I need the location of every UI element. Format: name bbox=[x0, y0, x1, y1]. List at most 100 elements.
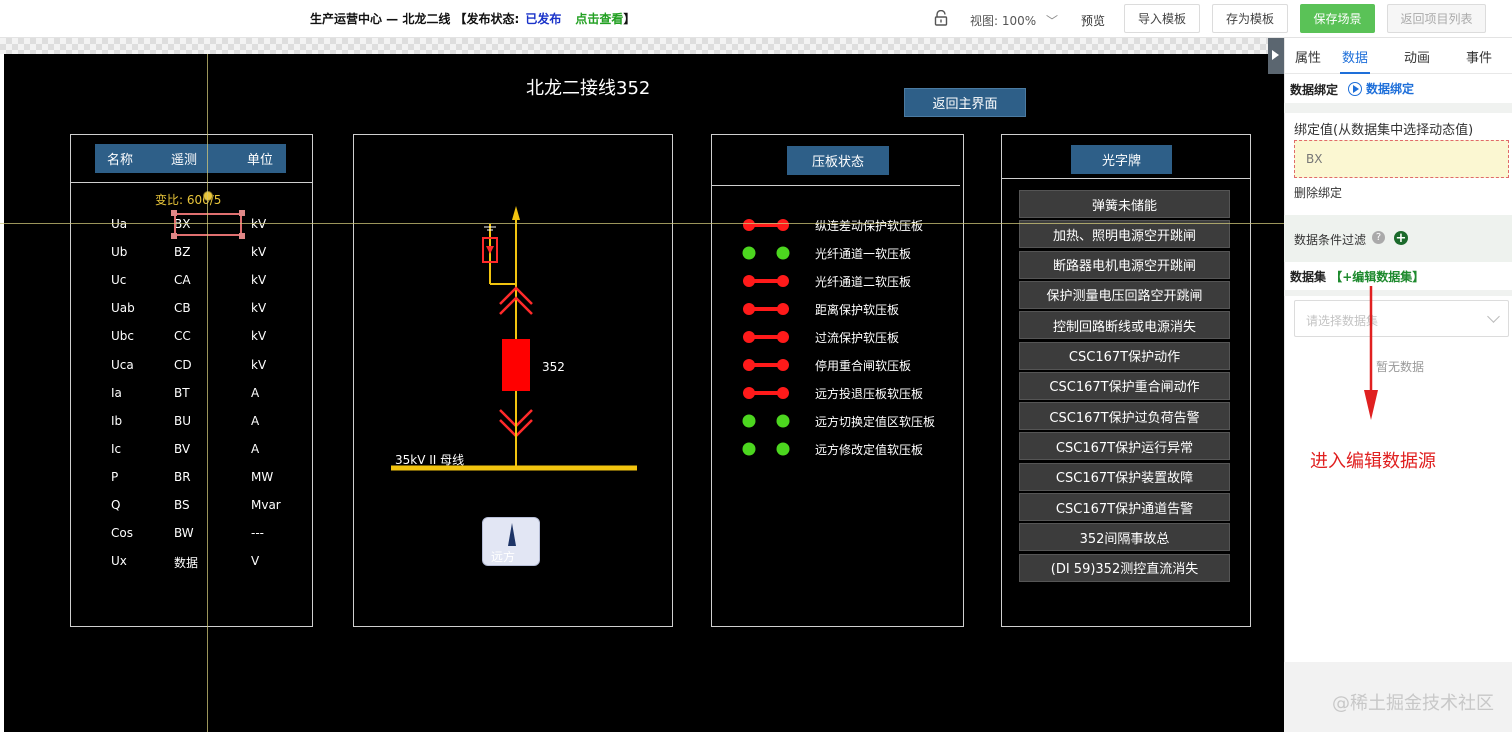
pressboard-label: 距离保护软压板 bbox=[815, 303, 900, 317]
zoom-control[interactable]: 视图: 100% ﹀ bbox=[970, 12, 1058, 29]
play-circle-icon bbox=[1348, 81, 1362, 96]
add-filter-icon[interactable]: + bbox=[1394, 231, 1408, 245]
pressboard-indicator[interactable] bbox=[742, 218, 790, 232]
measure-name: Ic bbox=[111, 441, 122, 456]
publish-status: 已发布 bbox=[525, 12, 562, 26]
selection-handle[interactable] bbox=[239, 210, 245, 216]
zoom-value[interactable]: 100% bbox=[1002, 14, 1036, 28]
measure-header: 名称 遥测 单位 bbox=[95, 144, 286, 173]
rotate-handle[interactable] bbox=[203, 191, 213, 201]
guide-line-horizontal bbox=[0, 223, 1284, 224]
signal-tile[interactable]: (DI 59)352测控直流消失 bbox=[1019, 553, 1230, 582]
measure-name: Ux bbox=[111, 554, 127, 569]
tabs-divider bbox=[1284, 73, 1512, 74]
back-to-project-list-button[interactable]: 返回项目列表 bbox=[1387, 4, 1486, 33]
tab-properties[interactable]: 属性 bbox=[1295, 47, 1321, 66]
chevron-down-icon[interactable]: ﹀ bbox=[1046, 14, 1058, 28]
tab-animation[interactable]: 动画 bbox=[1404, 47, 1430, 66]
selection-handle[interactable] bbox=[239, 233, 245, 239]
pressboard-indicator[interactable] bbox=[742, 358, 790, 372]
unlock-icon[interactable] bbox=[934, 10, 948, 26]
measure-code[interactable]: BV bbox=[174, 442, 190, 456]
measure-unit: kV bbox=[251, 217, 267, 231]
help-icon[interactable]: ? bbox=[1372, 231, 1385, 244]
measure-code[interactable]: BR bbox=[174, 470, 191, 484]
signal-tile[interactable]: 断路器电机电源空开跳闸 bbox=[1019, 250, 1230, 279]
save-scene-button[interactable]: 保存场景 bbox=[1300, 4, 1375, 33]
signal-tile[interactable]: CSC167T保护动作 bbox=[1019, 341, 1230, 370]
signal-tile[interactable]: 加热、照明电源空开跳闸 bbox=[1019, 220, 1230, 249]
pressboard-indicator[interactable] bbox=[742, 302, 790, 316]
signal-tile[interactable]: CSC167T保护过负荷告警 bbox=[1019, 402, 1230, 431]
remote-knob-icon bbox=[508, 523, 516, 546]
pressboard-indicator[interactable] bbox=[742, 246, 790, 260]
pressboard-label: 过流保护软压板 bbox=[815, 331, 900, 345]
tab-data[interactable]: 数据 bbox=[1342, 47, 1368, 66]
pressboard-indicator[interactable] bbox=[742, 330, 790, 344]
back-main-button[interactable]: 返回主界面 bbox=[904, 88, 1026, 117]
view-link[interactable]: 点击查看 bbox=[575, 12, 623, 26]
measure-unit: A bbox=[251, 385, 260, 400]
signal-tile[interactable]: 弹簧未储能 bbox=[1019, 190, 1230, 218]
pressboard-indicator[interactable] bbox=[742, 274, 790, 288]
signal-tile[interactable]: 保护测量电压回路空开跳闸 bbox=[1019, 280, 1230, 309]
pressboard-indicator[interactable] bbox=[742, 414, 790, 428]
measure-code[interactable]: 数据 bbox=[174, 554, 198, 571]
measure-name: Ubc bbox=[111, 329, 134, 344]
measure-code[interactable]: CC bbox=[174, 329, 191, 343]
watermark: @稀土掘金技术社区 bbox=[1332, 693, 1494, 714]
pressboard-indicator[interactable] bbox=[742, 442, 790, 456]
signal-tile[interactable]: CSC167T保护运行异常 bbox=[1019, 432, 1230, 461]
bind-value-field[interactable]: BX bbox=[1294, 140, 1509, 178]
measure-unit: kV bbox=[251, 357, 267, 372]
selection-handle[interactable] bbox=[171, 233, 177, 239]
import-template-button[interactable]: 导入模板 bbox=[1124, 4, 1200, 33]
top-toolbar: 生产运营中心 — 北龙二线 【发布状态: 已发布 点击查看】 视图: 100% ﹀ … bbox=[0, 0, 1512, 38]
caret-right-icon bbox=[1272, 50, 1279, 60]
measure-code[interactable]: BU bbox=[174, 414, 191, 428]
preview-button[interactable]: 预览 bbox=[1081, 12, 1105, 29]
title-end: 】 bbox=[623, 12, 636, 26]
measure-code[interactable]: BT bbox=[174, 386, 190, 400]
measure-name: P bbox=[111, 469, 119, 484]
header-name: 名称 bbox=[107, 153, 134, 168]
measure-code[interactable]: BZ bbox=[174, 245, 190, 259]
save-as-template-button[interactable]: 存为模板 bbox=[1212, 4, 1288, 33]
dataset-select[interactable]: 请选择数据集 bbox=[1294, 300, 1509, 337]
signal-tile[interactable]: 控制回路断线或电源消失 bbox=[1019, 311, 1230, 340]
measure-code[interactable]: BS bbox=[174, 498, 190, 512]
measure-name: Ua bbox=[111, 217, 128, 231]
collapse-sidebar-button[interactable] bbox=[1268, 38, 1284, 74]
chevron-down-icon bbox=[1487, 310, 1500, 323]
delete-binding-link[interactable]: 删除绑定 bbox=[1294, 184, 1342, 201]
header-telemetry: 遥测 bbox=[171, 153, 198, 168]
measure-code[interactable]: BW bbox=[174, 526, 194, 540]
pressboard-header: 压板状态 bbox=[787, 146, 889, 175]
tab-events[interactable]: 事件 bbox=[1466, 47, 1492, 66]
measure-divider bbox=[71, 182, 312, 183]
measure-unit: V bbox=[251, 554, 260, 569]
measure-unit: Mvar bbox=[251, 498, 281, 512]
dataset-label: 数据集 【+编辑数据集】 bbox=[1290, 268, 1424, 285]
measure-code[interactable]: CA bbox=[174, 273, 191, 287]
measure-code[interactable]: CD bbox=[174, 358, 192, 372]
remote-switch[interactable]: 远方 bbox=[482, 517, 540, 566]
signal-tile[interactable]: CSC167T保护装置故障 bbox=[1019, 462, 1230, 491]
pressboard-indicator[interactable] bbox=[742, 386, 790, 400]
guide-line-vertical bbox=[207, 54, 208, 732]
measure-code[interactable]: CB bbox=[174, 301, 191, 315]
edit-dataset-link[interactable]: 【+编辑数据集】 bbox=[1330, 270, 1424, 284]
section-separator bbox=[1284, 290, 1512, 296]
title-main: 生产运营中心 — 北龙二线 【发布状态: bbox=[310, 12, 520, 26]
scene-canvas[interactable]: 北龙二接线352 返回主界面 名称 遥测 单位 变比: 600/5 Ua BX kV… bbox=[4, 54, 1284, 732]
header-unit: 单位 bbox=[247, 153, 274, 168]
selection-box[interactable] bbox=[174, 213, 242, 236]
data-binding-link[interactable]: 数据绑定 bbox=[1348, 80, 1414, 97]
selection-handle[interactable] bbox=[171, 210, 177, 216]
signal-tile[interactable]: 352间隔事故总 bbox=[1019, 523, 1230, 552]
data-binding-title: 数据绑定 bbox=[1290, 83, 1339, 97]
signal-tile[interactable]: CSC167T保护通道告警 bbox=[1019, 493, 1230, 521]
measure-unit: --- bbox=[251, 526, 264, 541]
signal-tile[interactable]: CSC167T保护重合闸动作 bbox=[1019, 371, 1230, 400]
pressboard-label: 光纤通道二软压板 bbox=[815, 275, 912, 289]
